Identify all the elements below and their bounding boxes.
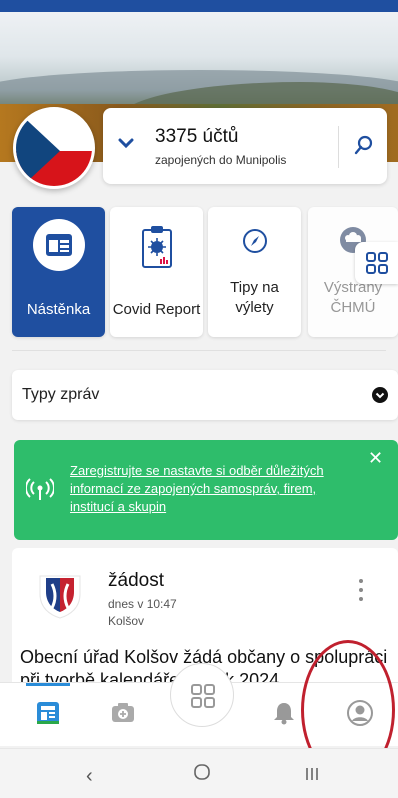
- message-type-filter[interactable]: Typy zpráv: [12, 370, 398, 420]
- tile-label-line2: výlety: [235, 299, 274, 316]
- status-bar: [0, 0, 398, 12]
- active-tab-indicator: [26, 683, 70, 686]
- accounts-count: 3375 účtů: [155, 126, 239, 147]
- home-icon[interactable]: [193, 763, 211, 787]
- search-icon[interactable]: [353, 134, 375, 156]
- registration-banner[interactable]: Zaregistrujte se nastavte si odběr důlež…: [14, 440, 398, 540]
- bell-icon[interactable]: [270, 699, 298, 727]
- nav-add-photo-icon[interactable]: [109, 699, 137, 727]
- tile-tipy-na-vylety[interactable]: Tipy na výlety: [208, 207, 301, 337]
- chevron-down-icon[interactable]: [372, 387, 388, 403]
- recent-apps-icon[interactable]: [304, 765, 320, 788]
- more-options-icon[interactable]: [358, 578, 364, 602]
- post-town: Kolšov: [108, 614, 145, 628]
- dashboard-icon: [32, 219, 85, 276]
- system-navigation-bar: ‹: [0, 748, 398, 798]
- back-icon[interactable]: ‹: [86, 765, 93, 788]
- tile-covid-report[interactable]: Covid Report: [110, 207, 203, 337]
- czech-flag-avatar[interactable]: [13, 107, 95, 189]
- close-icon[interactable]: ✕: [368, 448, 383, 469]
- post-title: žádost: [108, 570, 164, 591]
- divider: [12, 350, 386, 351]
- chevron-down-icon[interactable]: [117, 134, 135, 152]
- tile-nastenka[interactable]: Nástěnka: [12, 207, 105, 337]
- nav-feed-icon[interactable]: [34, 699, 62, 727]
- tile-label: Nástěnka: [26, 301, 91, 318]
- tile-label-line1: Tipy na: [230, 279, 279, 296]
- grid-icon: [191, 684, 215, 708]
- registration-link[interactable]: Zaregistrujte se nastavte si odběr důlež…: [70, 462, 360, 516]
- post-time: dnes v 10:47: [108, 597, 177, 611]
- municipality-logo: [39, 575, 81, 619]
- filter-label: Typy zpráv: [22, 386, 100, 403]
- accounts-card[interactable]: 3375 účtů zapojených do Munipolis: [103, 108, 387, 184]
- clipboard-virus-icon: [140, 225, 174, 274]
- all-categories-button[interactable]: [355, 242, 398, 284]
- tile-label: Covid Report: [112, 301, 201, 318]
- grid-icon: [366, 252, 388, 274]
- divider: [338, 126, 339, 168]
- broadcast-antenna-icon: [26, 478, 54, 500]
- category-tiles: Nástěnka Covid Report Tipy na výlety Výs…: [12, 207, 398, 342]
- nav-menu-button[interactable]: [170, 663, 234, 727]
- tile-label-line2: ČHMÚ: [330, 299, 376, 316]
- compass-icon: [239, 225, 271, 262]
- accounts-subtitle: zapojených do Munipolis: [155, 153, 287, 167]
